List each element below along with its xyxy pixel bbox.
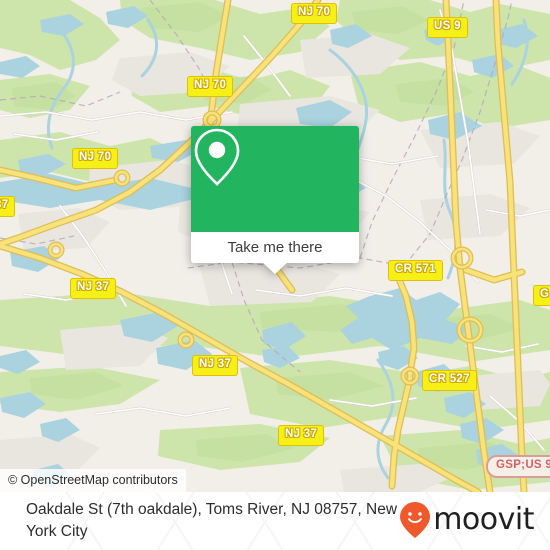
route-shield: NJ 37: [278, 425, 325, 446]
popup-tail: [262, 262, 288, 274]
take-me-there-label: Take me there: [227, 239, 323, 256]
map-popup-callout[interactable]: Take me there: [191, 126, 359, 274]
moovit-smiley-pin-icon: [400, 502, 431, 538]
route-shield: GSP;US 9: [486, 455, 550, 478]
route-shield: NJ 37: [192, 355, 239, 376]
location-title: Oakdale St (7th oakdale), Toms River, NJ…: [26, 501, 398, 540]
map-screenshot: NJ 70 US 9 NJ 70 NJ 70 37 NJ 37 CR 571 G NJ 37 CR…: [0, 0, 550, 550]
map-pin-icon: [194, 128, 240, 186]
moovit-wordmark: moovit: [433, 502, 534, 537]
route-shield: 37: [0, 196, 16, 217]
moovit-brand[interactable]: moovit: [398, 502, 534, 538]
popup-pin-panel: [191, 126, 359, 232]
footer-bar: Oakdale St (7th oakdale), Toms River, NJ…: [0, 492, 550, 550]
map-attribution[interactable]: © OpenStreetMap contributors: [0, 469, 186, 492]
route-shield: CR 527: [422, 370, 477, 391]
route-shield: US 9: [427, 17, 468, 38]
route-shield: NJ 37: [70, 278, 117, 299]
route-shield: CR 571: [388, 260, 443, 281]
route-shield: NJ 70: [291, 3, 338, 24]
route-shield: NJ 70: [187, 76, 234, 97]
route-shield: G: [533, 285, 550, 306]
map-canvas[interactable]: NJ 70 US 9 NJ 70 NJ 70 37 NJ 37 CR 571 G NJ 37 CR…: [0, 0, 550, 492]
take-me-there-button[interactable]: Take me there: [191, 232, 359, 274]
route-shield: NJ 70: [72, 148, 119, 169]
